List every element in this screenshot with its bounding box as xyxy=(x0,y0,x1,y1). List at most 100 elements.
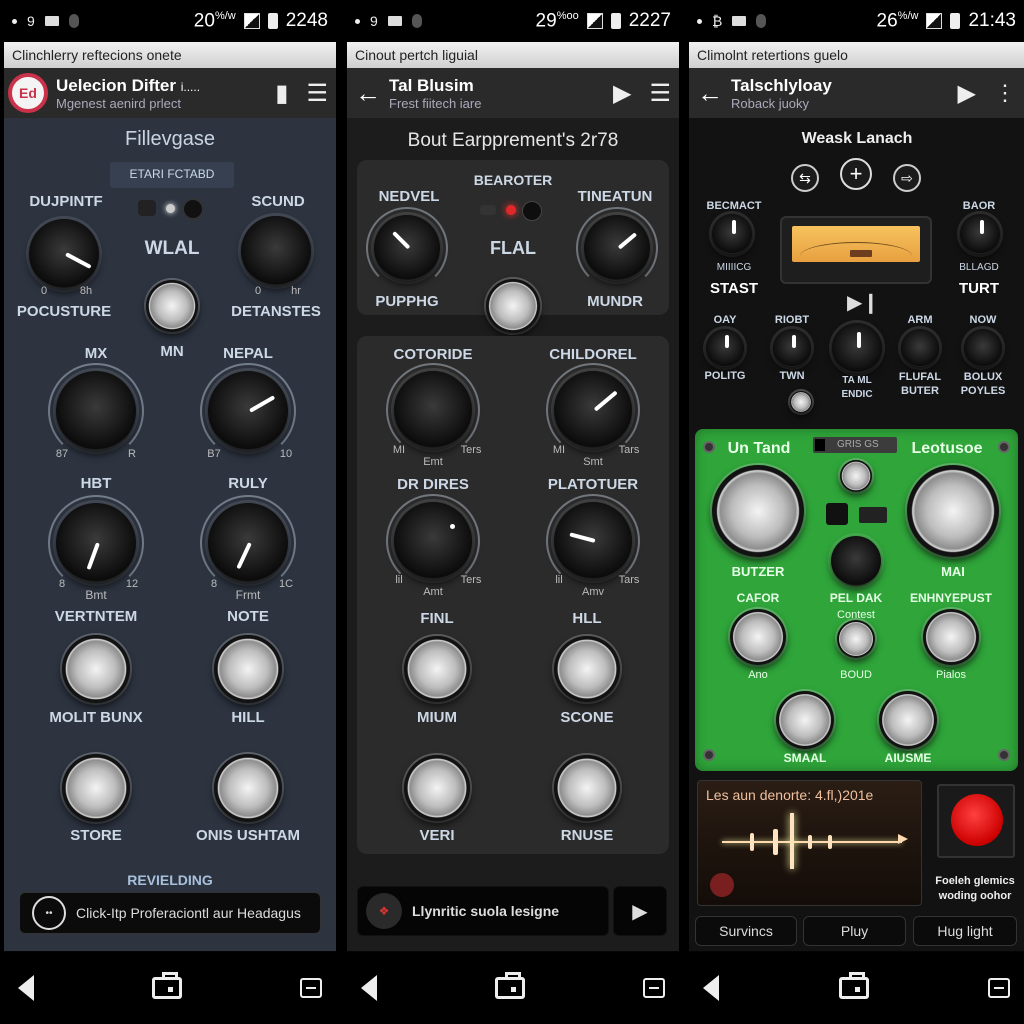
push-button[interactable] xyxy=(182,198,204,220)
battery-percent: 20%/w xyxy=(193,9,236,32)
knob-note[interactable] xyxy=(214,635,282,703)
back-icon[interactable] xyxy=(361,975,377,1001)
play-icon[interactable]: ▶ xyxy=(613,79,631,108)
switch-1[interactable] xyxy=(826,503,848,525)
toggle-switch[interactable] xyxy=(480,205,496,215)
knob-baor[interactable] xyxy=(960,214,1000,254)
knob-sublabel: FLUFAL BUTER xyxy=(898,371,942,397)
knob-becmact[interactable] xyxy=(712,214,752,254)
knob-nepal[interactable] xyxy=(208,371,288,451)
back-icon[interactable] xyxy=(18,975,34,1001)
knob-veri[interactable] xyxy=(404,755,470,821)
knob-label: NEPAL xyxy=(223,345,273,362)
speaker-icon[interactable]: ▮ xyxy=(275,79,288,108)
hug-light-button[interactable]: Hug light xyxy=(913,916,1017,946)
footer-button[interactable]: •• Click-Itp Proferaciontl aur Headagus xyxy=(19,892,321,934)
knob-mx[interactable] xyxy=(56,371,136,451)
knob-sublabel: MUNDR xyxy=(587,293,643,310)
forward-icon[interactable]: ⇨ xyxy=(893,164,921,192)
recents-icon[interactable] xyxy=(643,978,665,998)
preset-button[interactable]: ❖ Llynritic suola lesigne xyxy=(357,886,609,936)
knob-oay[interactable] xyxy=(706,329,744,367)
knob-main[interactable] xyxy=(832,323,882,373)
knob-arm[interactable] xyxy=(901,329,939,367)
record-button[interactable] xyxy=(951,794,1003,846)
knob-finl[interactable] xyxy=(404,636,470,702)
back-arrow-icon[interactable]: ← xyxy=(355,78,381,109)
knob-dujpintf[interactable] xyxy=(29,219,99,289)
knob-cafor[interactable] xyxy=(730,609,786,665)
plus-icon[interactable]: + xyxy=(840,158,872,190)
back-arrow-icon[interactable]: ← xyxy=(697,78,723,109)
nav-bar xyxy=(689,952,1024,1024)
toggle-switch[interactable] xyxy=(138,200,156,216)
knob-contest[interactable] xyxy=(837,620,875,658)
knob-small-top[interactable] xyxy=(840,460,872,492)
knob-nedvel[interactable] xyxy=(374,215,440,281)
recents-icon[interactable] xyxy=(300,978,322,998)
knob-cotoride[interactable] xyxy=(394,371,472,449)
home-icon[interactable] xyxy=(495,972,525,999)
knob-smaal[interactable] xyxy=(776,691,834,749)
menu-icon[interactable]: ☰ xyxy=(649,79,671,108)
knob-pel-dak[interactable] xyxy=(831,536,881,586)
knob-vertntem[interactable] xyxy=(62,635,130,703)
home-icon[interactable] xyxy=(152,972,182,999)
knob-sublabel: PUPPHG xyxy=(375,293,439,310)
knob-rnuse[interactable] xyxy=(554,755,620,821)
knob-label: CAFOR xyxy=(736,591,780,605)
knob-tineatun[interactable] xyxy=(584,215,650,281)
recents-icon[interactable] xyxy=(988,978,1010,998)
knob-hll[interactable] xyxy=(554,636,620,702)
knob-label: MX xyxy=(84,345,108,362)
effect-panel: Fillevgase ETARI FCTABD DUJPINTF 0 8h PO… xyxy=(4,118,336,951)
swap-icon[interactable]: ⇆ xyxy=(791,164,819,192)
scale-max: Ters xyxy=(460,574,482,586)
play-button[interactable]: Pluy xyxy=(803,916,906,946)
knob-dr-dires[interactable] xyxy=(394,502,472,580)
knob-butzer[interactable] xyxy=(712,465,804,557)
section-label: BEAROTER xyxy=(473,172,553,188)
knob-scund[interactable] xyxy=(241,216,311,286)
knob-sublabel: ONIS USHTAM xyxy=(196,827,300,844)
knob-onis-ushtam[interactable] xyxy=(214,754,282,822)
knob-flal[interactable] xyxy=(486,279,540,333)
home-icon[interactable] xyxy=(838,972,869,999)
knob-enhnyepust[interactable] xyxy=(923,609,979,665)
knob-riobt[interactable] xyxy=(773,329,811,367)
push-button[interactable] xyxy=(522,201,542,221)
url-bar[interactable]: Clinchlerry reftecions onete xyxy=(4,42,336,68)
knob-now[interactable] xyxy=(964,329,1002,367)
back-icon[interactable] xyxy=(703,975,719,1001)
knob-wlal[interactable] xyxy=(146,280,198,332)
knob-childorel[interactable] xyxy=(554,371,632,449)
scale-max: Tars xyxy=(618,574,640,586)
knob-store[interactable] xyxy=(62,754,130,822)
pedal-title-left: Un Tand xyxy=(727,440,791,457)
menu-icon[interactable]: ☰ xyxy=(306,79,328,108)
scale-min: 8 xyxy=(58,578,66,590)
knob-platotuer[interactable] xyxy=(554,502,632,580)
scale-min: MI xyxy=(392,444,406,456)
knob-mai[interactable] xyxy=(907,465,999,557)
knob-sublabel: BLLAGD xyxy=(959,262,999,273)
knob-sublabel: DETANSTES xyxy=(231,303,321,320)
play-icon[interactable]: ▶ xyxy=(958,79,976,108)
scale-min: lil xyxy=(395,574,403,586)
knob-ruly[interactable] xyxy=(208,503,288,583)
url-bar[interactable]: Climolnt retertions guelo xyxy=(689,42,1024,68)
notification-dot-icon xyxy=(697,18,702,24)
more-vert-icon[interactable]: ⋮ xyxy=(994,80,1016,106)
display-label: ETARI FCTABD xyxy=(129,167,215,181)
status-bar: 9 29%oo 2227 xyxy=(347,0,679,42)
knob-hbt[interactable] xyxy=(56,503,136,583)
survincs-button[interactable]: Survincs xyxy=(695,916,797,946)
mini-silver-knob[interactable] xyxy=(790,391,812,413)
skip-icon[interactable]: ▶❙ xyxy=(847,290,879,315)
knob-sublabel: TA ML ENDIC xyxy=(841,375,873,400)
switch-2[interactable] xyxy=(859,507,887,523)
knob-sublabel: HILL xyxy=(231,709,265,726)
url-bar[interactable]: Cinout pertch liguial xyxy=(347,42,679,68)
play-button[interactable]: ▶ xyxy=(613,886,667,936)
knob-aiusme[interactable] xyxy=(879,691,937,749)
